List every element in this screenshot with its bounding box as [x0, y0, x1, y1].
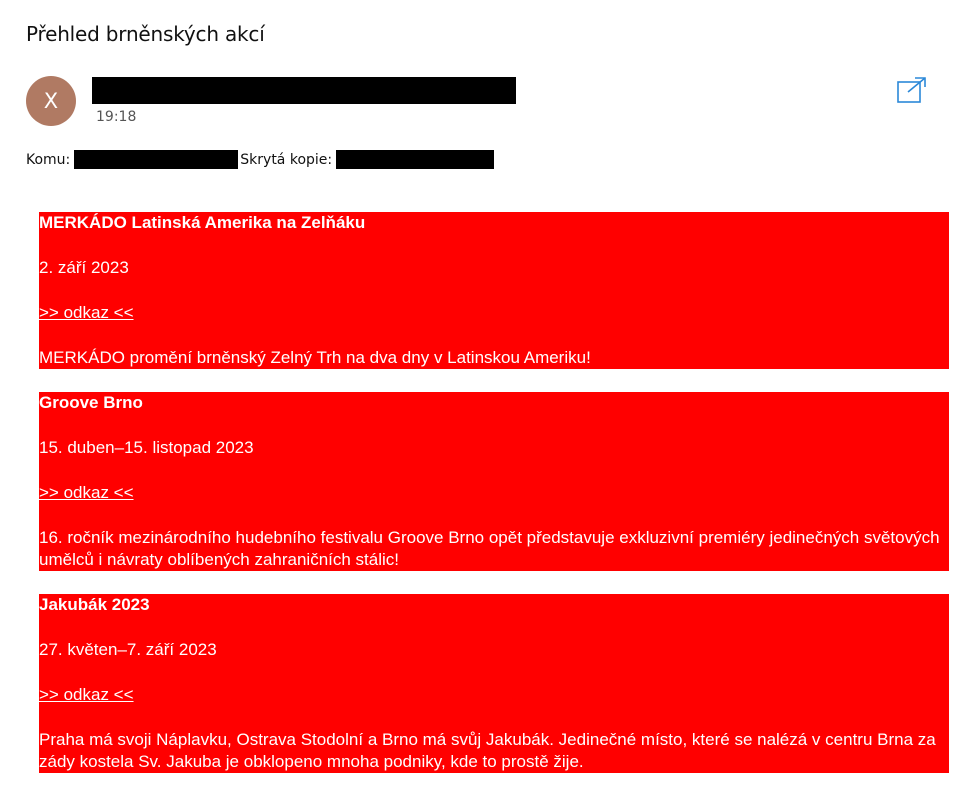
sent-time: 19:18	[96, 109, 137, 125]
event-title: Groove Brno	[39, 393, 143, 412]
to-recipient-redacted	[74, 150, 239, 169]
event-link[interactable]: >> odkaz <<	[39, 303, 134, 322]
to-label: Komu:	[26, 151, 71, 168]
events-list: MERKÁDO Latinská Amerika na Zelňáku 2. z…	[39, 212, 949, 796]
open-in-new-window-icon[interactable]	[896, 76, 928, 104]
bcc-recipient-redacted	[336, 150, 495, 169]
event-link[interactable]: >> odkaz <<	[39, 685, 134, 704]
event-description: Praha má svoji Náplavku, Ostrava Stodoln…	[39, 730, 936, 771]
event-card: MERKÁDO Latinská Amerika na Zelňáku 2. z…	[39, 212, 949, 369]
sender-avatar[interactable]: X	[26, 76, 76, 126]
event-card: Jakubák 2023 27. květen–7. září 2023 >> …	[39, 594, 949, 773]
event-card: Groove Brno 15. duben–15. listopad 2023 …	[39, 392, 949, 571]
event-date: 2. září 2023	[39, 258, 129, 277]
event-description: MERKÁDO promění brněnský Zelný Trh na dv…	[39, 348, 591, 367]
event-title: Jakubák 2023	[39, 595, 150, 614]
bcc-label: Skrytá kopie:	[240, 151, 333, 168]
event-description: 16. ročník mezinárodního hudebního festi…	[39, 528, 940, 569]
avatar-initial: X	[43, 89, 59, 113]
event-title: MERKÁDO Latinská Amerika na Zelňáku	[39, 213, 366, 232]
event-date: 15. duben–15. listopad 2023	[39, 438, 254, 457]
email-subject: Přehled brněnských akcí	[26, 22, 265, 46]
sender-name-redacted	[92, 77, 516, 104]
event-date: 27. květen–7. září 2023	[39, 640, 217, 659]
event-link[interactable]: >> odkaz <<	[39, 483, 134, 502]
recipients-line: Komu: Skrytá kopie:	[26, 150, 495, 169]
